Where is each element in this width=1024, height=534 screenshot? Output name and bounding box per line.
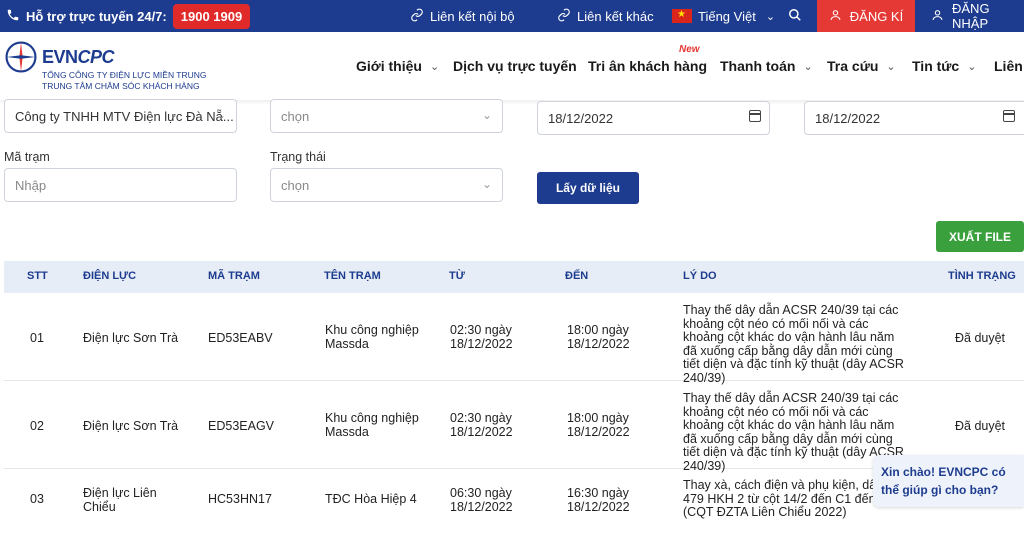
login-label: ĐĂNG NHẬP — [952, 1, 990, 31]
internal-links[interactable]: Liên kết nội bộ — [410, 0, 515, 32]
chevron-down-icon: ⌄ — [967, 60, 977, 73]
user-icon — [931, 8, 944, 25]
status-label: Trạng thái — [270, 150, 326, 164]
top-bar: Hỗ trợ trực tuyến 24/7: 1900 1909 Liên k… — [0, 0, 1024, 32]
nav-tri-an-khach-hang[interactable]: Tri ân khách hàng — [588, 32, 707, 100]
col-stt: STT — [27, 270, 48, 282]
status-select[interactable]: chọn ⌄ — [270, 168, 503, 202]
calendar-icon[interactable] — [1003, 110, 1015, 122]
vietnam-flag-icon — [672, 9, 692, 23]
search-icon — [788, 8, 802, 25]
language-selector[interactable]: Tiếng Việt ⌄ — [672, 0, 775, 32]
search-button[interactable] — [788, 0, 802, 32]
col-ma-tram: MÃ TRẠM — [208, 270, 260, 282]
link-icon — [410, 8, 424, 25]
login-button[interactable]: ĐĂNG NHẬP — [915, 0, 1024, 32]
other-links[interactable]: Liên kết khác — [557, 0, 654, 32]
hotline-button[interactable]: 1900 1909 — [172, 3, 251, 29]
company-select[interactable]: Công ty TNHH MTV Điện lực Đà Nẵ... ⌄ — [4, 99, 237, 133]
evn-logo-icon — [5, 41, 37, 73]
chevron-down-icon: ⌄ — [765, 10, 776, 23]
export-file-button[interactable]: XUẤT FILE — [936, 221, 1024, 252]
support-label: Hỗ trợ trực tuyến 24/7: — [26, 8, 167, 24]
table-row: 01 Điện lực Sơn Trà ED53EABV Khu công ng… — [4, 293, 1024, 384]
nav-tra-cuu[interactable]: Tra cứu ⌄ — [827, 32, 896, 100]
chat-greeting-bubble[interactable]: Xin chào! EVNCPC có thể giúp gì cho bạn? — [873, 455, 1024, 507]
phone-icon — [6, 8, 20, 25]
station-code-label: Mã trạm — [4, 150, 50, 164]
col-ten-tram: TÊN TRẠM — [324, 270, 381, 282]
col-tu: TỪ — [449, 270, 465, 282]
new-badge: New — [679, 44, 700, 55]
chevron-down-icon: ⌄ — [803, 60, 813, 73]
nav-thanh-toan[interactable]: Thanh toán ⌄ — [720, 32, 813, 100]
table-header: STT ĐIỆN LỰC MÃ TRẠM TÊN TRẠM TỪ ĐẾN LÝ … — [4, 261, 1024, 293]
to-date-input[interactable]: 18/12/2022 — [804, 101, 1024, 135]
nav-tin-tuc[interactable]: Tin tức ⌄ — [912, 32, 976, 100]
unit-select[interactable]: chọn ⌄ — [270, 99, 503, 133]
support-info: Hỗ trợ trực tuyến 24/7: 1900 1909 — [6, 0, 251, 32]
nav-lien-he[interactable]: Liên h — [994, 32, 1024, 100]
table-row: 03 Điện lực Liên Chiểu HC53HN17 TĐC Hòa … — [30, 478, 893, 519]
table-row: 02 Điện lực Sơn Trà ED53EAGV Khu công ng… — [4, 381, 1024, 472]
nav-gioi-thieu[interactable]: Giới thiệu ⌄ — [356, 32, 439, 100]
user-icon — [829, 8, 842, 25]
logo-brand: EVNCPC — [42, 47, 115, 67]
evncpc-logo[interactable]: EVNCPC — [4, 40, 115, 74]
chevron-down-icon: ⌄ — [429, 60, 440, 73]
chevron-down-icon: ⌄ — [481, 108, 492, 122]
language-label: Tiếng Việt — [698, 8, 756, 24]
station-code-input[interactable]: Nhập — [4, 168, 237, 202]
internal-links-label: Liên kết nội bộ — [430, 8, 515, 24]
link-icon — [557, 8, 571, 25]
register-label: ĐĂNG KÍ — [849, 8, 904, 24]
chevron-down-icon: ⌄ — [886, 60, 896, 73]
col-dien-luc: ĐIỆN LỰC — [83, 270, 137, 282]
nav-dich-vu-truc-tuyen[interactable]: Dịch vụ trực tuyến — [453, 32, 577, 100]
chevron-down-icon: ⌄ — [481, 177, 492, 191]
logo-subtitle: TỔNG CÔNG TY ĐIỆN LỰC MIỀN TRUNG TRUNG T… — [42, 70, 207, 91]
from-date-input[interactable]: 18/12/2022 — [537, 101, 770, 135]
main-header: EVNCPC TỔNG CÔNG TY ĐIỆN LỰC MIỀN TRUNG … — [0, 32, 1024, 100]
register-button[interactable]: ĐĂNG KÍ — [817, 0, 915, 32]
fetch-data-button[interactable]: Lấy dữ liệu — [537, 172, 639, 204]
other-links-label: Liên kết khác — [577, 8, 654, 24]
chevron-down-icon: ⌄ — [215, 108, 226, 122]
col-ly-do: LÝ DO — [683, 270, 717, 282]
col-tinh-trang: TÌNH TRẠNG — [948, 270, 1016, 282]
calendar-icon[interactable] — [749, 110, 761, 122]
col-den: ĐẾN — [565, 270, 589, 282]
